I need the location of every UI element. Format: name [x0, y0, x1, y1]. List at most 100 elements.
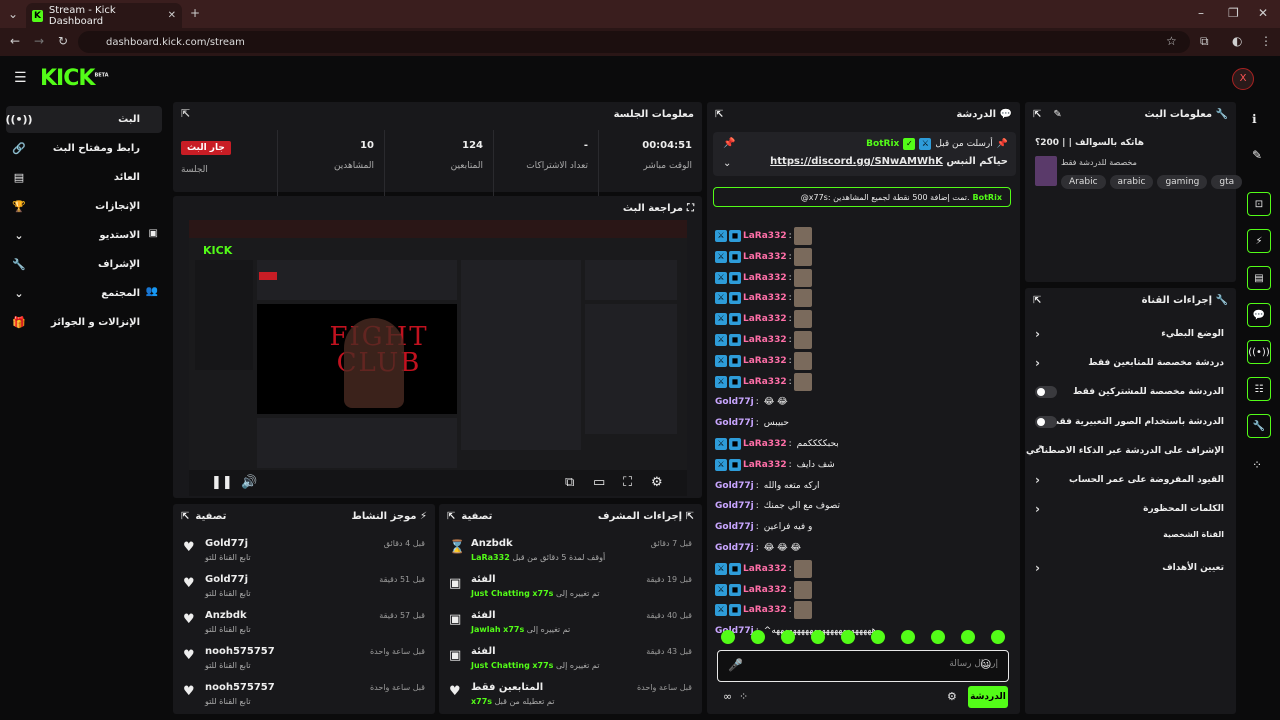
- tag[interactable]: arabic: [1109, 175, 1154, 189]
- sidebar-item-drops[interactable]: 🎁 الإنزالات و الجوائز: [6, 309, 162, 336]
- popout-icon[interactable]: ⇱: [181, 511, 189, 522]
- sidebar-item-community[interactable]: ⌄ المجتمع 👥: [6, 280, 162, 307]
- minimize-icon[interactable]: –: [1198, 6, 1204, 20]
- chat-username[interactable]: LaRa332: [743, 231, 787, 241]
- edit-pencil-icon[interactable]: ✎: [1053, 109, 1061, 120]
- sidebar-item-stream[interactable]: ((•)) البث: [5, 106, 162, 133]
- popout-icon[interactable]: ⇱: [447, 511, 455, 522]
- chat-message[interactable]: ⚔ ◼ LaRa332:: [715, 372, 1010, 392]
- settings-gear-icon[interactable]: ⚙: [651, 475, 663, 490]
- chat-username[interactable]: LaRa332: [743, 377, 787, 387]
- sidebar-item-revenue[interactable]: ▤ العائد: [6, 164, 162, 191]
- emote-shortcut-icon[interactable]: [901, 630, 915, 644]
- chat-username[interactable]: LaRa332: [743, 273, 787, 283]
- smiley-icon[interactable]: ☺: [980, 658, 991, 671]
- popout-icon[interactable]: ⇱: [1033, 109, 1041, 120]
- channel-action-row[interactable]: تعيين الأهداف ‹: [1025, 554, 1236, 582]
- chat-username[interactable]: LaRa332: [743, 335, 787, 345]
- modaction-item[interactable]: ♥ المتابعين فقط تم تعطيله من قبل x77s قبل س…: [439, 678, 702, 714]
- menu-dots-icon[interactable]: ⋮: [1260, 34, 1272, 48]
- rail-wrench-button[interactable]: 🔧: [1247, 414, 1271, 438]
- add-widget-icon[interactable]: ⁘: [1252, 458, 1262, 472]
- emote-shortcut-icon[interactable]: [991, 630, 1005, 644]
- chat-message[interactable]: ⚔ ◼ LaRa332:: [715, 580, 1010, 600]
- chat-username[interactable]: LaRa332: [743, 585, 787, 595]
- modaction-item[interactable]: ▣ الفئة تم تغييره إلى Jawlah x77s قبل 40 دق…: [439, 606, 702, 642]
- tab-list-icon[interactable]: ⌄: [8, 7, 18, 21]
- rail-notes-button[interactable]: ▤: [1247, 266, 1271, 290]
- extensions-icon[interactable]: ⧉: [1200, 34, 1209, 49]
- pip-icon[interactable]: ⧉: [565, 475, 574, 490]
- popout-icon[interactable]: ⇱: [181, 107, 190, 120]
- pin-action-icon[interactable]: 📌: [723, 138, 735, 149]
- modaction-item[interactable]: ▣ الفئة تم تغييره إلى Just Chatting x77s قب…: [439, 642, 702, 678]
- activity-item[interactable]: ♥ Gold77j تابع القناة للتو قبل 4 دقائق: [173, 534, 435, 570]
- sidebar-item-stream-key[interactable]: 🔗 رابط ومفتاح البث: [6, 135, 162, 162]
- chat-message[interactable]: ⚔ ◼ LaRa332: شف دايف: [715, 455, 1010, 475]
- channel-action-row[interactable]: الإشراف على الدردشة عبر الذكاء الاصطناعي…: [1025, 437, 1236, 465]
- activity-username[interactable]: nooh575757: [205, 646, 275, 657]
- emote-shortcut-icon[interactable]: [721, 630, 735, 644]
- chat-settings-icon[interactable]: ⚙: [947, 690, 957, 703]
- rail-bolt-button[interactable]: ⚡: [1247, 229, 1271, 253]
- sidebar-item-studio[interactable]: ⌄ الاستديو ▣: [6, 222, 162, 249]
- emote-shortcut-icon[interactable]: [811, 630, 825, 644]
- reload-icon[interactable]: ↻: [58, 34, 68, 48]
- forward-icon[interactable]: →: [34, 34, 44, 48]
- activity-username[interactable]: nooh575757: [205, 682, 275, 693]
- rail-layout-button[interactable]: ☷: [1247, 377, 1271, 401]
- chat-username[interactable]: Gold77j: [715, 522, 754, 532]
- activity-item[interactable]: ♥ nooh575757 تابع القناة للتو قبل ساعة واحد…: [173, 642, 435, 678]
- chat-username[interactable]: Gold77j: [715, 397, 754, 407]
- back-icon[interactable]: ←: [10, 34, 20, 48]
- address-bar[interactable]: dashboard.kick.com/stream: [78, 31, 1190, 53]
- channel-action-row[interactable]: الوضع البطيء ‹: [1025, 320, 1236, 348]
- tag[interactable]: gaming: [1157, 175, 1208, 189]
- chat-username[interactable]: LaRa332: [743, 252, 787, 262]
- toggle-switch[interactable]: [1035, 415, 1057, 428]
- edit-pencil-icon[interactable]: ✎: [1252, 148, 1262, 162]
- chat-username[interactable]: LaRa332: [743, 293, 787, 303]
- pinned-link[interactable]: https://discord.gg/SNwAMWhK: [770, 156, 943, 167]
- activity-item[interactable]: ♥ Anzbdk تابع القناة للتو قبل 57 دقيقة: [173, 606, 435, 642]
- chat-username[interactable]: Gold77j: [715, 501, 754, 511]
- kick-logo[interactable]: KICKBETA: [40, 66, 109, 91]
- modactions-filter[interactable]: تصفية: [461, 511, 492, 522]
- fullscreen-icon[interactable]: ⛶: [623, 475, 632, 490]
- chat-username[interactable]: LaRa332: [743, 605, 787, 615]
- modaction-item[interactable]: ▣ الفئة تم تغييره إلى Just Chatting x77s قب…: [439, 570, 702, 606]
- chat-message[interactable]: ⚔ ◼ LaRa332:: [715, 288, 1010, 308]
- chat-username[interactable]: LaRa332: [743, 460, 787, 470]
- emote-shortcut-icon[interactable]: [961, 630, 975, 644]
- chat-message[interactable]: Gold77j: و فيه فراعين: [715, 517, 1010, 537]
- emote-shortcut-icon[interactable]: [931, 630, 945, 644]
- profile-icon[interactable]: ◐: [1232, 34, 1242, 48]
- popout-icon[interactable]: ⇱: [1033, 295, 1041, 306]
- theater-icon[interactable]: ▭: [593, 475, 605, 490]
- send-chat-button[interactable]: الدردشة: [968, 686, 1008, 708]
- emote-shortcut-icon[interactable]: [841, 630, 855, 644]
- chat-username[interactable]: Gold77j: [715, 543, 754, 553]
- popout-icon[interactable]: ⇱: [715, 109, 723, 120]
- dots-icon[interactable]: ⁘: [739, 690, 748, 703]
- chat-message[interactable]: ⚔ ◼ LaRa332: بحبككككمم: [715, 434, 1010, 454]
- sidebar-item-achievements[interactable]: 🏆 الإنجازات: [6, 193, 162, 220]
- sidebar-item-moderation[interactable]: 🔧 الإشراف: [6, 251, 162, 278]
- chat-message[interactable]: ⚔ ◼ LaRa332:: [715, 247, 1010, 267]
- chat-message[interactable]: ⚔ ◼ LaRa332:: [715, 351, 1010, 371]
- chat-message[interactable]: Gold77j: حبيبس: [715, 413, 1010, 433]
- maximize-icon[interactable]: ❐: [1228, 6, 1239, 20]
- modaction-item[interactable]: ⌛ Anzbdk أوقف لمدة 5 دقائق من قبل LaRa332 ق…: [439, 534, 702, 570]
- channel-action-row[interactable]: دردشة مخصصة للمتابعين فقط ‹: [1025, 349, 1236, 377]
- infinity-icon[interactable]: ∞: [723, 690, 732, 703]
- emote-shortcut-icon[interactable]: [871, 630, 885, 644]
- channel-action-row[interactable]: الكلمات المحظورة ‹: [1025, 495, 1236, 523]
- chat-message[interactable]: Gold77j: تصوف مع الي جمنك: [715, 496, 1010, 516]
- activity-username[interactable]: Gold77j: [205, 538, 248, 549]
- activity-item[interactable]: ♥ Gold77j تابع القناة للتو قبل 51 دقيقة: [173, 570, 435, 606]
- channel-action-row[interactable]: الدردشة مخصصة للمشتركين فقط: [1025, 378, 1236, 406]
- activity-username[interactable]: Gold77j: [205, 574, 248, 585]
- window-close-icon[interactable]: ✕: [1258, 6, 1268, 20]
- browser-tab[interactable]: K Stream - Kick Dashboard ✕: [26, 3, 182, 28]
- popout-icon[interactable]: ⇱: [686, 511, 694, 522]
